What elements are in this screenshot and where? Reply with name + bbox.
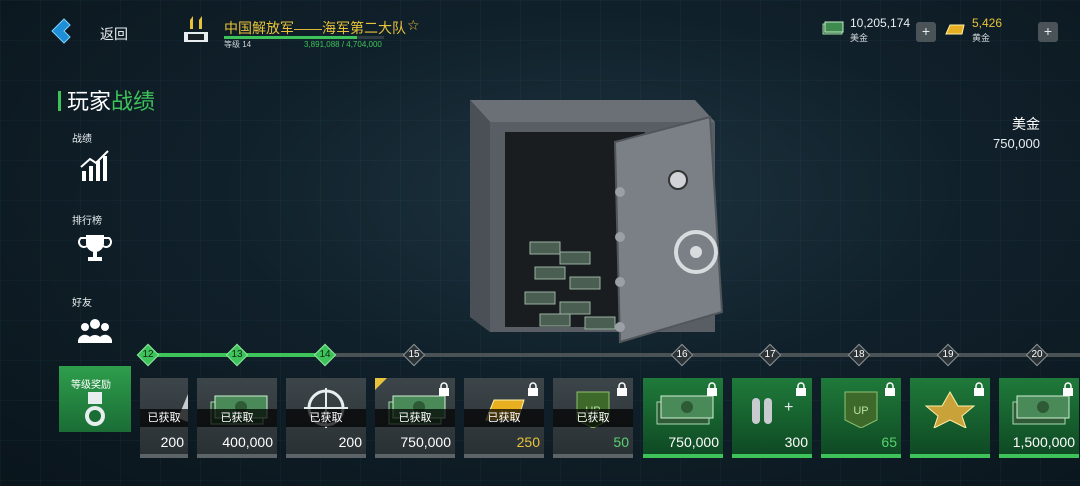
lock-icon	[885, 382, 895, 396]
trophy-icon	[78, 235, 112, 261]
back-button[interactable]: 返回	[100, 24, 128, 44]
friends-icon	[77, 319, 113, 343]
claimed-label: 已获取	[464, 409, 544, 427]
lock-icon	[796, 382, 806, 396]
level-number: 17	[764, 349, 776, 360]
level-number: 20	[1031, 349, 1043, 360]
sidebar-item-level-rewards[interactable]: 等级奖励	[59, 366, 131, 432]
reward-card[interactable]: 已获取 200	[140, 378, 188, 458]
sidebar-item-friends[interactable]: 好友	[60, 294, 132, 352]
level-node: 17	[758, 343, 782, 367]
lock-icon	[974, 382, 984, 396]
reward-card[interactable]: UP已获取50	[553, 378, 633, 458]
xp-text: 3,891,088 / 4,704,000	[304, 40, 382, 49]
reward-detail-name: 美金	[1012, 116, 1040, 132]
level-node: 20	[1025, 343, 1049, 367]
level-node: 19	[936, 343, 960, 367]
reward-card[interactable]: 750,000	[643, 378, 723, 458]
selected-corner-marker	[375, 378, 387, 390]
stats-chart-icon	[80, 150, 109, 181]
level-node: 13	[225, 343, 249, 367]
reward-amount: 200	[338, 434, 362, 450]
reward-card[interactable]: +300	[732, 378, 812, 458]
reward-amount: 300	[784, 434, 808, 450]
level-label: 等级 14	[224, 40, 252, 49]
reward-card[interactable]	[910, 378, 990, 458]
add-gold-button[interactable]: +	[1038, 22, 1058, 42]
level-number: 12	[142, 349, 154, 360]
cash-value: 10,205,174	[850, 16, 911, 30]
claimed-label: 已获取	[375, 409, 455, 427]
reward-card[interactable]: 已获取 250	[464, 378, 544, 458]
reward-amount: 750,000	[668, 434, 719, 450]
reward-card[interactable]: 已获取 200	[286, 378, 366, 458]
cash-label: 美金	[850, 33, 869, 43]
section-title: 玩家战绩	[58, 84, 155, 116]
claimed-label: 已获取	[553, 409, 633, 427]
gold-bar-icon	[945, 24, 965, 35]
level-number: 19	[942, 349, 954, 360]
claimed-label: 已获取	[140, 409, 188, 427]
reward-amount: 200	[160, 434, 184, 450]
reward-amount: 400,000	[222, 434, 273, 450]
sidebar-item-label: 等级奖励	[71, 380, 111, 391]
sidebar-item-stats[interactable]: 战绩	[60, 130, 132, 188]
safe-illustration	[470, 100, 724, 344]
level-node: 16	[670, 343, 694, 367]
level-node: 12	[136, 343, 160, 367]
reward-amount: 250	[516, 434, 540, 450]
reward-amount: 65	[881, 434, 897, 450]
level-number: 15	[408, 349, 420, 360]
lock-icon	[1063, 382, 1073, 396]
reward-detail-amount: 750,000	[993, 136, 1040, 151]
svg-text:+: +	[784, 399, 793, 416]
gold-label: 黄金	[972, 33, 991, 43]
cash-icon	[822, 21, 844, 35]
add-cash-button[interactable]: +	[916, 22, 936, 42]
level-node: 18	[847, 343, 871, 367]
svg-text:UP: UP	[853, 405, 868, 417]
rank-insignia-icon	[184, 16, 208, 42]
back-arrow-icon[interactable]	[48, 16, 78, 46]
lock-icon	[617, 382, 627, 396]
star-icon: ☆	[407, 17, 420, 33]
sidebar-item-label: 排行榜	[72, 216, 102, 227]
claimed-label: 已获取	[286, 409, 366, 427]
player-name: 中国解放军——海军第二大队	[224, 20, 406, 36]
level-node: 15	[402, 343, 426, 367]
reward-card[interactable]: UP 65	[821, 378, 901, 458]
level-number: 13	[231, 349, 243, 360]
reward-card[interactable]: 已获取 400,000	[197, 378, 277, 458]
reward-amount: 1,500,000	[1012, 434, 1075, 450]
level-number: 18	[853, 349, 865, 360]
level-number: 16	[676, 349, 688, 360]
sidebar-item-leaderboard[interactable]: 排行榜	[60, 212, 132, 270]
gold-value: 5,426	[972, 16, 1003, 30]
lock-icon	[528, 382, 538, 396]
reward-card[interactable]: 1,500,000	[999, 378, 1079, 458]
level-number: 14	[319, 349, 331, 360]
sidebar-item-label: 好友	[72, 298, 92, 309]
level-node: 14	[313, 343, 337, 367]
sidebar-item-label: 战绩	[72, 134, 92, 145]
lock-icon	[439, 382, 449, 396]
reward-amount: 750,000	[400, 434, 451, 450]
claimed-label: 已获取	[197, 409, 277, 427]
lock-icon	[707, 382, 717, 396]
medal-icon	[85, 392, 105, 426]
reward-amount: 50	[613, 434, 629, 450]
reward-card[interactable]: 已获取 750,000	[375, 378, 455, 458]
